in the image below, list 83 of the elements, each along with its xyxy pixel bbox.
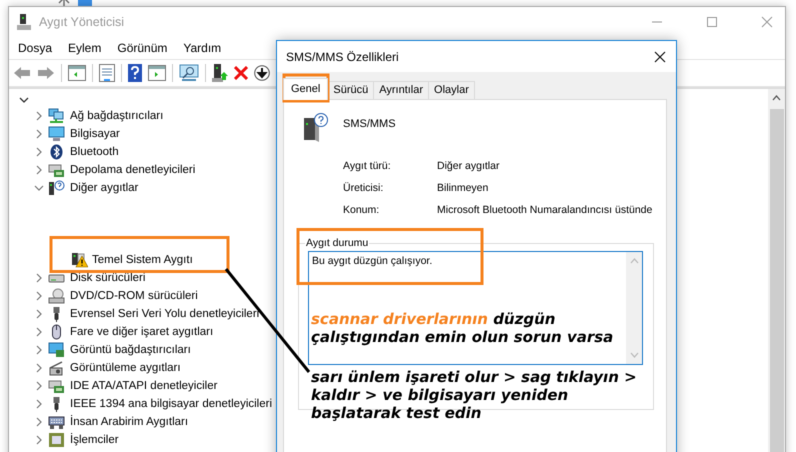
tree-item[interactable]: IDE ATA/ATAPI denetleyiciler bbox=[70, 380, 218, 392]
tree-item[interactable]: Diğer aygıtlar bbox=[70, 182, 138, 194]
forward-arrow-icon[interactable] bbox=[37, 66, 55, 80]
expand-chevron-icon[interactable] bbox=[35, 345, 43, 355]
window-title: Aygıt Yöneticisi bbox=[39, 15, 124, 29]
expand-chevron-icon[interactable] bbox=[34, 184, 44, 192]
tree-item[interactable]: Evrensel Seri Veri Yolu denetleyicileri bbox=[70, 308, 260, 320]
tab[interactable]: Genel bbox=[283, 78, 328, 100]
disc-drive-icon bbox=[48, 288, 65, 304]
device-name: SMS/MMS bbox=[343, 118, 396, 130]
tab[interactable]: Olaylar bbox=[428, 81, 475, 99]
annotation-text: sarı ünlem işareti olur > sag tıklayın > kaldır > ve bilgisayarı yeniden başlatarak test edin bbox=[311, 368, 638, 422]
property-value: Bilinmeyen bbox=[437, 182, 490, 194]
pane-icon[interactable] bbox=[148, 65, 166, 81]
expand-chevron-icon[interactable] bbox=[35, 291, 43, 301]
storage-icon bbox=[48, 162, 65, 178]
expand-chevron-icon[interactable] bbox=[35, 327, 43, 337]
scrollbar[interactable] bbox=[768, 89, 785, 452]
tree-item[interactable]: Temel Sistem Aygıtı bbox=[92, 254, 193, 266]
up-arrow-icon[interactable] bbox=[58, 0, 70, 6]
scroll-down-icon bbox=[630, 352, 638, 358]
expand-chevron-icon[interactable] bbox=[35, 129, 43, 139]
expand-chevron-icon[interactable] bbox=[35, 309, 43, 319]
property-label: Üreticisi: bbox=[343, 182, 384, 194]
computer-icon bbox=[48, 126, 65, 142]
property-value: Microsoft Bluetooth Numaralandıncısı üstünde bbox=[437, 204, 652, 216]
annotation-text: scannar driverlarının düzgün çalıştıgından emin olun sorun varsa bbox=[311, 310, 614, 346]
tree-item[interactable]: İşlemciler bbox=[70, 434, 119, 446]
scroll-up-icon[interactable] bbox=[772, 95, 781, 101]
device-manager-icon bbox=[17, 14, 31, 30]
tree-item[interactable]: Görüntüleme aygıtları bbox=[70, 362, 181, 374]
tree-item[interactable]: Bilgisayar bbox=[70, 128, 120, 140]
close-icon[interactable] bbox=[654, 50, 666, 62]
expand-chevron-icon[interactable] bbox=[35, 111, 43, 121]
expand-chevron-icon[interactable] bbox=[35, 435, 43, 445]
tree-item[interactable]: Görüntü bağdaştırıcıları bbox=[70, 344, 191, 356]
console-tree-icon[interactable] bbox=[68, 65, 86, 81]
highlight-frame bbox=[282, 74, 330, 102]
properties-icon[interactable] bbox=[99, 64, 115, 82]
tree-item[interactable]: Bluetooth bbox=[70, 146, 119, 158]
group-label: Aygıt durumu bbox=[305, 237, 370, 249]
collapse-caret-icon[interactable] bbox=[19, 97, 29, 103]
scroll-up-icon bbox=[630, 258, 638, 264]
expand-chevron-icon[interactable] bbox=[35, 147, 43, 157]
other-device-icon bbox=[48, 180, 65, 196]
expand-chevron-icon[interactable] bbox=[35, 399, 43, 409]
back-arrow-icon[interactable] bbox=[13, 66, 31, 80]
update-driver-icon[interactable] bbox=[212, 64, 228, 82]
download-circle-icon[interactable] bbox=[254, 65, 270, 81]
property-label: Aygıt türü: bbox=[343, 160, 392, 172]
tree-item[interactable]: Disk sürücüleri bbox=[70, 272, 146, 284]
camera-icon bbox=[48, 360, 65, 376]
dialog-title: SMS/MMS Özellikleri bbox=[286, 50, 399, 64]
status-text: Bu aygıt düzgün çalışıyor. bbox=[311, 254, 434, 269]
controller-icon bbox=[48, 378, 65, 394]
menu-item[interactable]: Dosya bbox=[18, 41, 52, 55]
maximize-icon[interactable] bbox=[706, 16, 718, 28]
display-icon bbox=[48, 342, 65, 358]
tree-item[interactable]: Fare ve diğer işaret aygıtları bbox=[70, 326, 214, 338]
help-icon[interactable] bbox=[128, 64, 142, 82]
menu-item[interactable]: Eylem bbox=[68, 41, 102, 55]
menu-item[interactable]: Görünüm bbox=[117, 41, 168, 55]
tree-item[interactable]: Ağ bağdaştırıcıları bbox=[70, 110, 164, 122]
property-label: Konum: bbox=[343, 204, 380, 216]
bluetooth-icon bbox=[48, 144, 65, 160]
expand-chevron-icon[interactable] bbox=[35, 165, 43, 175]
tree-item[interactable]: Depolama denetleyicileri bbox=[70, 164, 196, 176]
scroll-thumb[interactable] bbox=[770, 109, 784, 452]
unknown-device-icon bbox=[302, 112, 328, 142]
network-icon bbox=[48, 108, 65, 124]
tree-item[interactable]: IEEE 1394 ana bilgisayar denetleyicileri bbox=[70, 398, 272, 410]
expand-chevron-icon[interactable] bbox=[35, 417, 43, 427]
expand-chevron-icon[interactable] bbox=[35, 273, 43, 283]
menu-item[interactable]: Yardım bbox=[183, 41, 222, 55]
chip-icon bbox=[48, 432, 65, 448]
tree-item[interactable]: DVD/CD-ROM sürücüleri bbox=[70, 290, 198, 302]
tree-item[interactable]: İnsan Arabirim Aygıtları bbox=[70, 416, 188, 428]
delete-icon[interactable] bbox=[234, 66, 248, 80]
expand-chevron-icon[interactable] bbox=[35, 363, 43, 373]
keyboard-icon bbox=[48, 414, 65, 430]
property-value: Diğer aygıtlar bbox=[437, 160, 500, 172]
scan-monitor-icon[interactable] bbox=[179, 64, 199, 82]
expand-chevron-icon[interactable] bbox=[35, 381, 43, 391]
